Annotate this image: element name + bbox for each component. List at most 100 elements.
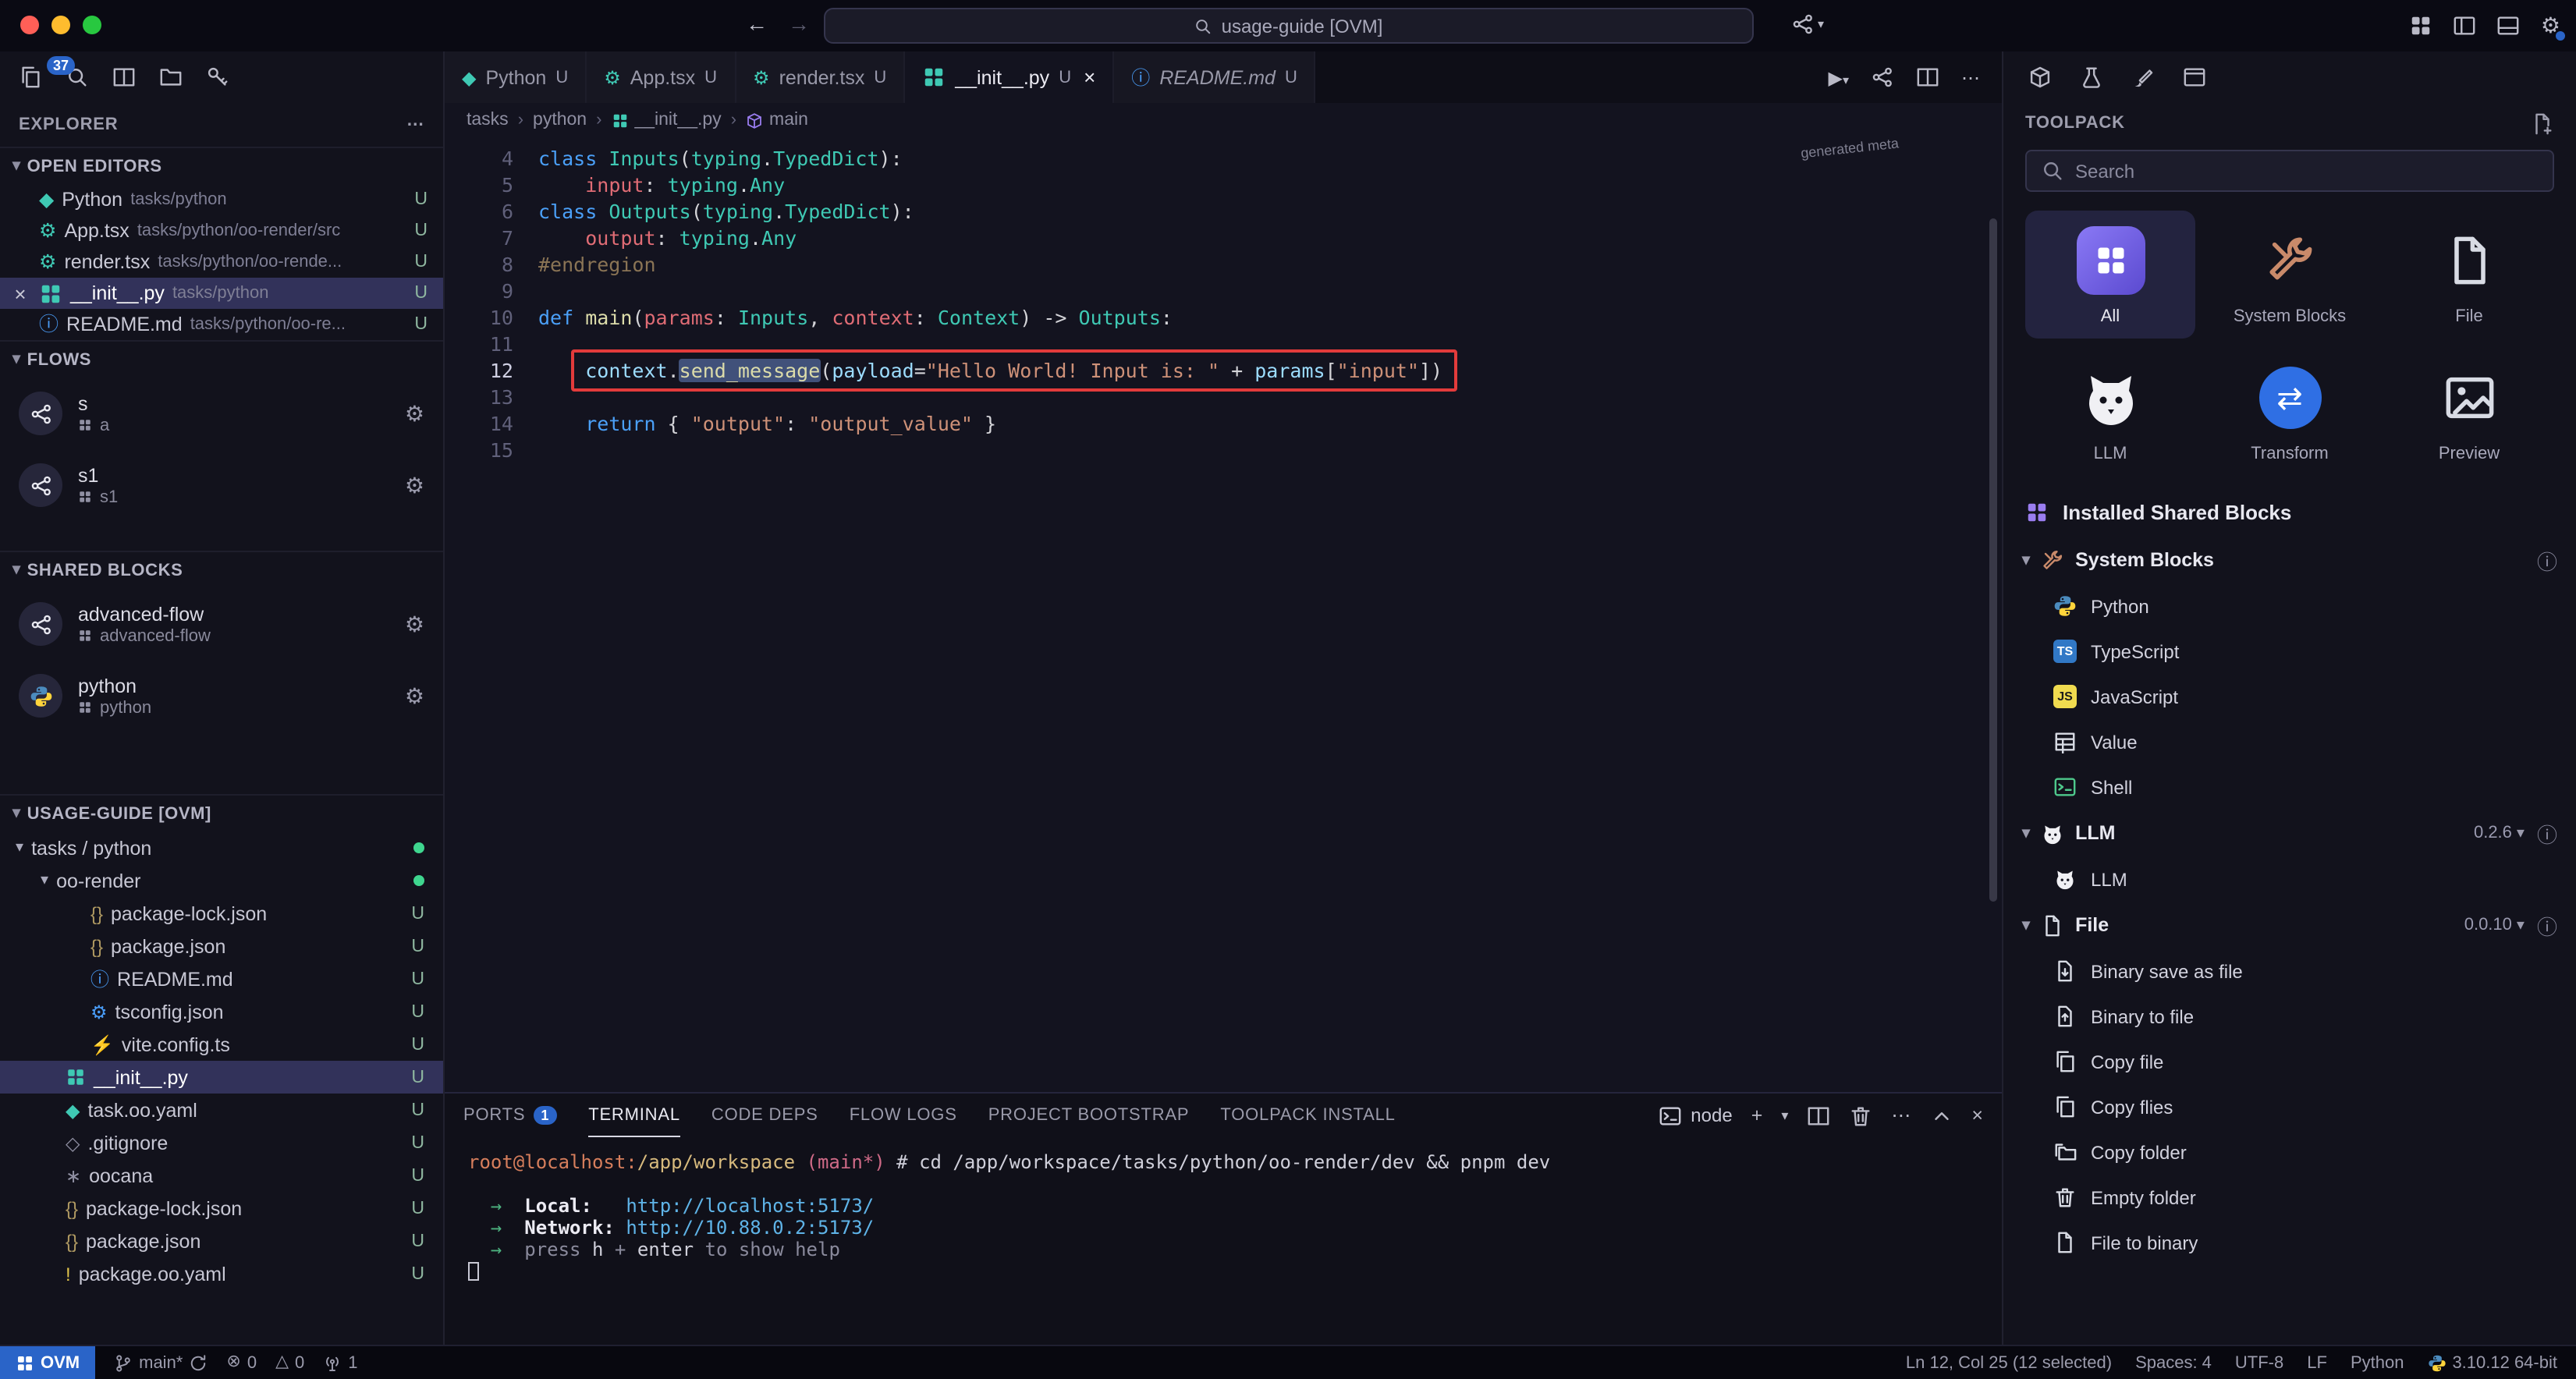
block-item[interactable]: File to binary bbox=[2003, 1221, 2576, 1266]
tree-item[interactable]: ◇.gitignoreU bbox=[0, 1126, 443, 1159]
terminal-output[interactable]: root@localhost:/app/workspace (main*) # … bbox=[445, 1137, 2002, 1345]
more-actions-icon[interactable]: ⋯ bbox=[1961, 68, 1980, 87]
history-back-button[interactable]: ← bbox=[746, 11, 768, 36]
editor-tab[interactable]: __init__.pyU× bbox=[905, 51, 1114, 103]
toggle-panel-icon[interactable] bbox=[2497, 13, 2521, 37]
maximize-window-button[interactable] bbox=[83, 16, 101, 34]
breadcrumb-item[interactable]: tasks bbox=[467, 111, 509, 129]
block-item[interactable]: Shell bbox=[2003, 765, 2576, 810]
block-item[interactable]: Copy folder bbox=[2003, 1130, 2576, 1175]
block-item[interactable]: TSTypeScript bbox=[2003, 629, 2576, 675]
gear-icon[interactable]: ⚙ bbox=[405, 400, 424, 427]
open-flow-icon[interactable] bbox=[1871, 66, 1894, 89]
settings-gear-button[interactable]: ⚙ bbox=[2541, 12, 2560, 37]
status-item[interactable]: UTF-8 bbox=[2235, 1353, 2283, 1372]
kill-terminal-icon[interactable] bbox=[1849, 1104, 1872, 1127]
editor-tab[interactable]: ⚙render.tsxU bbox=[736, 51, 905, 103]
tree-item[interactable]: ∗oocanaU bbox=[0, 1159, 443, 1192]
block-item[interactable]: Empty folder bbox=[2003, 1175, 2576, 1221]
close-editor-button[interactable]: × bbox=[9, 282, 31, 305]
block-section-header[interactable]: ▾LLM0.2.6▾ⓘ bbox=[2003, 810, 2576, 857]
folder-icon[interactable] bbox=[159, 66, 183, 89]
open-editor-item[interactable]: ⓘREADME.mdtasks/python/oo-re...U bbox=[0, 309, 443, 340]
workspace-section-header[interactable]: ▾ USAGE-GUIDE [OVM] bbox=[0, 794, 443, 831]
block-item[interactable]: JSJavaScript bbox=[2003, 675, 2576, 720]
tree-item[interactable]: {}package-lock.jsonU bbox=[0, 1192, 443, 1225]
block-item[interactable]: Value bbox=[2003, 720, 2576, 765]
gear-icon[interactable]: ⚙ bbox=[405, 472, 424, 498]
editor-scrollbar[interactable] bbox=[1989, 218, 1997, 902]
status-item[interactable]: △0 bbox=[275, 1346, 304, 1379]
status-item[interactable]: OVM bbox=[0, 1346, 95, 1379]
split-editor-icon[interactable] bbox=[1916, 66, 1939, 89]
editor-tab[interactable]: ◆PythonU bbox=[445, 51, 587, 103]
open-editor-item[interactable]: ⚙render.tsxtasks/python/oo-rende...U bbox=[0, 246, 443, 278]
panel-tab[interactable]: FLOW LOGS bbox=[850, 1094, 957, 1137]
panel-tab[interactable]: CODE DEPS bbox=[711, 1094, 818, 1137]
add-toolpack-icon[interactable] bbox=[2531, 112, 2554, 135]
block-item[interactable]: Binary to file bbox=[2003, 994, 2576, 1040]
list-item[interactable]: sa⚙ bbox=[0, 378, 443, 449]
panel-tab[interactable]: PORTS1 bbox=[463, 1094, 557, 1137]
panel-tab[interactable]: TOOLPACK INSTALL bbox=[1220, 1094, 1395, 1137]
version-select[interactable]: 0.0.10▾ bbox=[2464, 916, 2525, 935]
block-item[interactable]: Binary save as file bbox=[2003, 949, 2576, 994]
status-item[interactable]: Ln 12, Col 25 (12 selected) bbox=[1906, 1353, 2112, 1372]
more-actions-icon[interactable]: ⋯ bbox=[1891, 1106, 1911, 1126]
panel-tab[interactable]: PROJECT BOOTSTRAP bbox=[988, 1094, 1190, 1137]
list-item[interactable]: advanced-flowadvanced-flow⚙ bbox=[0, 588, 443, 660]
apps-grid-icon[interactable] bbox=[2410, 13, 2433, 37]
info-icon[interactable]: ⓘ bbox=[2537, 546, 2557, 576]
flows-section-header[interactable]: ▾ FLOWS bbox=[0, 340, 443, 378]
close-window-button[interactable] bbox=[20, 16, 39, 34]
open-editor-item[interactable]: ×__init__.pytasks/pythonU bbox=[0, 278, 443, 309]
flow-menu-button[interactable]: ▾ bbox=[1791, 12, 1824, 36]
close-tab-button[interactable]: × bbox=[1084, 66, 1095, 89]
layout-icon[interactable] bbox=[112, 66, 136, 89]
block-item[interactable]: Python bbox=[2003, 584, 2576, 629]
open-editors-section-header[interactable]: ▾ OPEN EDITORS bbox=[0, 147, 443, 184]
toggle-sidebar-icon[interactable] bbox=[2454, 13, 2477, 37]
list-item[interactable]: s1s1⚙ bbox=[0, 449, 443, 521]
status-item[interactable]: Python bbox=[2351, 1353, 2404, 1372]
terminal-profile-button[interactable]: node bbox=[1658, 1104, 1732, 1127]
block-item[interactable]: Copy file bbox=[2003, 1040, 2576, 1085]
breadcrumb-item[interactable]: python bbox=[533, 111, 587, 129]
toolpack-search-input[interactable]: Search bbox=[2025, 150, 2554, 192]
tree-item[interactable]: ⓘREADME.mdU bbox=[0, 962, 443, 995]
new-terminal-icon[interactable]: + bbox=[1751, 1106, 1763, 1126]
open-editor-item[interactable]: ⚙App.tsxtasks/python/oo-render/srcU bbox=[0, 215, 443, 246]
split-terminal-icon[interactable] bbox=[1807, 1104, 1830, 1127]
toolpack-category-all[interactable]: All bbox=[2025, 211, 2195, 339]
status-item[interactable]: 1 bbox=[323, 1346, 357, 1379]
code-editor[interactable]: 4class Inputs(typing.TypedDict):5 input:… bbox=[445, 137, 2002, 1092]
status-item[interactable]: ⊗0 bbox=[226, 1346, 257, 1379]
block-item[interactable]: LLM bbox=[2003, 857, 2576, 902]
command-center-search[interactable]: usage-guide [OVM] bbox=[823, 8, 1753, 44]
tree-item[interactable]: ▾oo-render bbox=[0, 864, 443, 897]
toolpack-category-preview[interactable]: Preview bbox=[2384, 348, 2554, 476]
maximize-panel-icon[interactable] bbox=[1929, 1104, 1953, 1127]
block-section-header[interactable]: ▾System Blocksⓘ bbox=[2003, 537, 2576, 584]
status-item[interactable]: 3.10.12 64-bit bbox=[2427, 1353, 2557, 1372]
gear-icon[interactable]: ⚙ bbox=[405, 611, 424, 637]
info-icon[interactable]: ⓘ bbox=[2537, 819, 2557, 849]
more-actions-icon[interactable]: ⋯ bbox=[406, 116, 424, 133]
key-icon[interactable] bbox=[206, 66, 229, 89]
toolpack-category-transform[interactable]: ⇄Transform bbox=[2205, 348, 2375, 476]
open-editor-item[interactable]: ◆Pythontasks/pythonU bbox=[0, 184, 443, 215]
files-icon[interactable] bbox=[19, 66, 42, 89]
history-forward-button[interactable]: → bbox=[788, 11, 810, 36]
toolpack-category-system-blocks[interactable]: System Blocks bbox=[2205, 211, 2375, 339]
minimize-window-button[interactable] bbox=[51, 16, 70, 34]
tree-item[interactable]: {}package-lock.jsonU bbox=[0, 897, 443, 930]
block-item[interactable]: Copy flies bbox=[2003, 1085, 2576, 1130]
tree-item[interactable]: {}package.jsonU bbox=[0, 930, 443, 962]
tree-item[interactable]: ◆task.oo.yamlU bbox=[0, 1094, 443, 1126]
gear-icon[interactable]: ⚙ bbox=[405, 682, 424, 709]
breadcrumb-item[interactable]: main bbox=[746, 111, 808, 129]
tree-item[interactable]: ⚙tsconfig.jsonU bbox=[0, 995, 443, 1028]
breadcrumb-item[interactable]: __init__.py bbox=[611, 111, 721, 129]
chevron-down-icon[interactable]: ▾ bbox=[1781, 1108, 1788, 1122]
tree-item[interactable]: ⚡vite.config.tsU bbox=[0, 1028, 443, 1061]
